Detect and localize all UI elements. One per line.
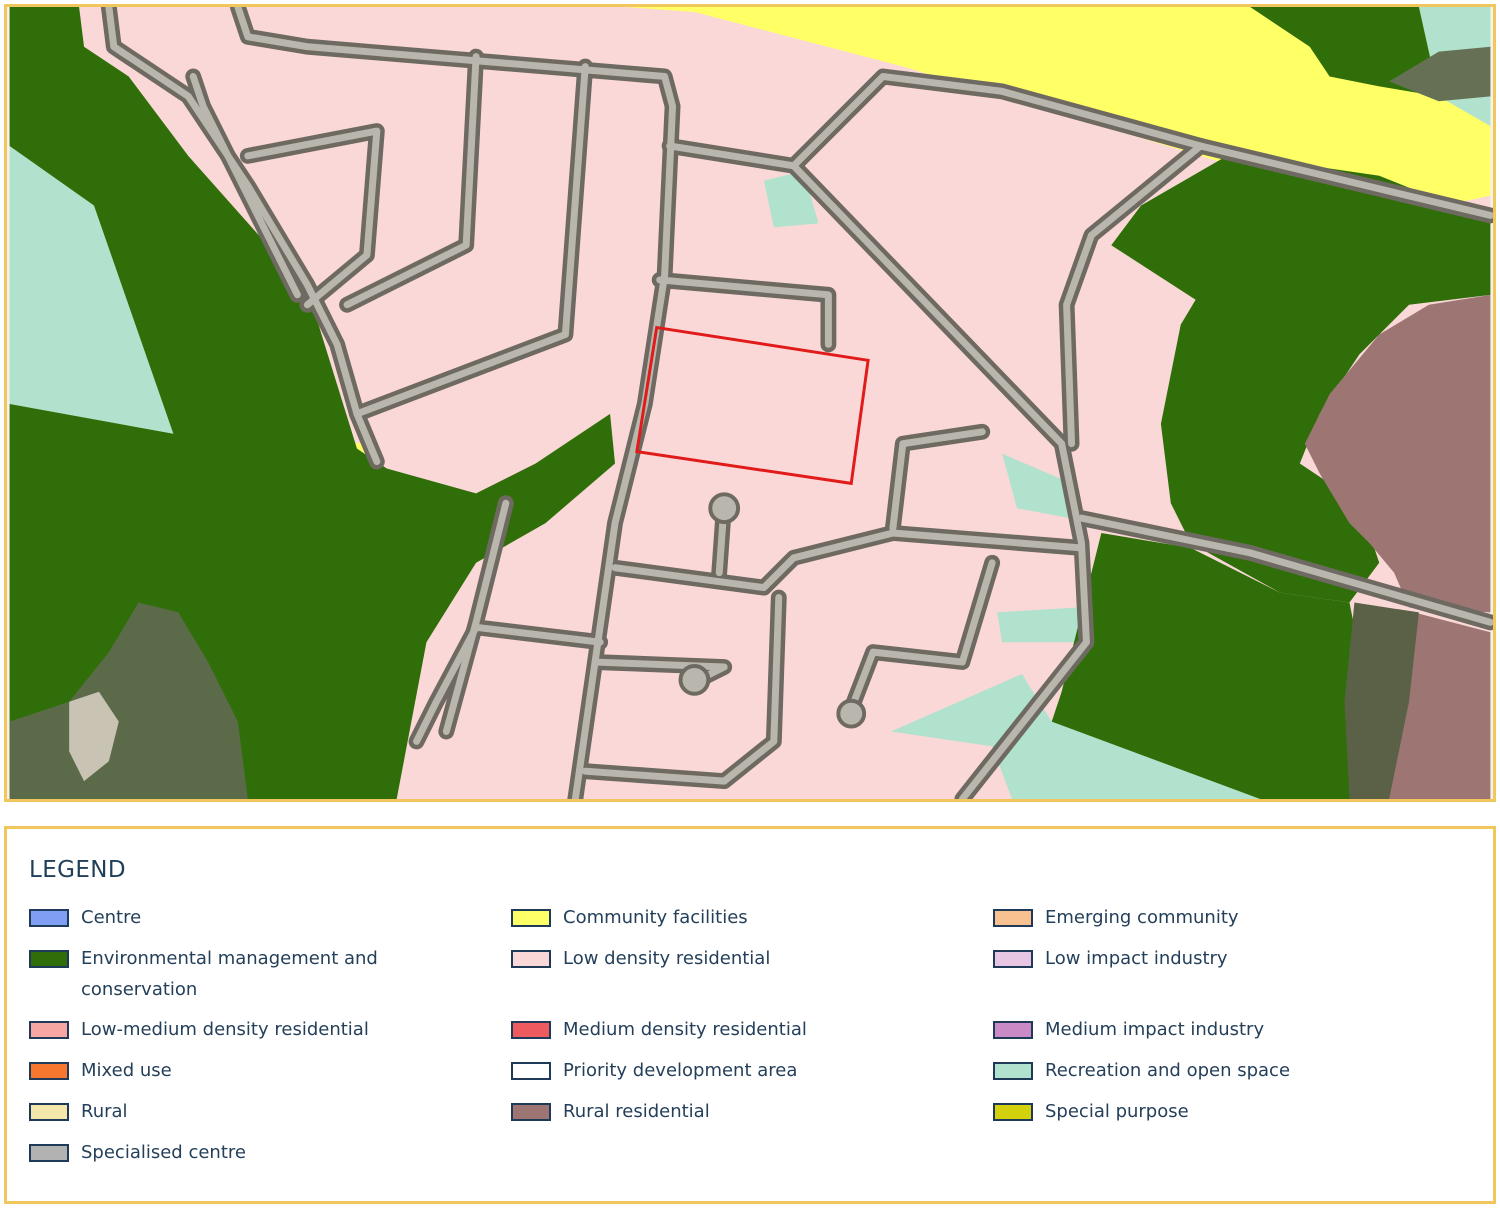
cul-de-sac <box>678 664 711 696</box>
map-canvas <box>9 7 1493 799</box>
legend-swatch <box>29 1144 69 1162</box>
legend-item: Environmental management and conservatio… <box>29 948 401 1005</box>
legend-swatch <box>993 1103 1033 1121</box>
legend-item: Medium impact industry <box>993 1019 1365 1045</box>
legend-swatch <box>993 1021 1033 1039</box>
legend-label: Emerging community <box>1045 907 1239 928</box>
legend-swatch <box>511 1103 551 1121</box>
legend-swatch <box>29 1021 69 1039</box>
legend-label: Rural <box>81 1101 128 1122</box>
legend-label: Rural residential <box>563 1101 710 1122</box>
legend-item: Rural <box>29 1101 401 1127</box>
legend-item: Special purpose <box>993 1101 1365 1127</box>
legend-label: Mixed use <box>81 1060 172 1081</box>
legend-swatch <box>993 1062 1033 1080</box>
legend-item: Community facilities <box>511 907 883 933</box>
legend-label: Low-medium density residential <box>81 1019 369 1040</box>
legend-label: Community facilities <box>563 907 748 928</box>
legend-swatch <box>29 950 69 968</box>
legend-panel: LEGEND Centre Community facilities Emergin… <box>4 826 1496 1204</box>
legend-swatch <box>993 950 1033 968</box>
legend-item: Recreation and open space <box>993 1060 1365 1086</box>
legend-item: Rural residential <box>511 1101 883 1127</box>
legend-swatch <box>511 909 551 927</box>
legend-swatch <box>29 1103 69 1121</box>
legend-item: Priority development area <box>511 1060 883 1086</box>
legend-label: Low density residential <box>563 948 771 969</box>
zoning-map <box>4 4 1496 802</box>
legend-label: Environmental management and conservatio… <box>81 948 378 1000</box>
legend-label: Medium density residential <box>563 1019 807 1040</box>
legend-label: Centre <box>81 907 142 928</box>
legend-item: Low-medium density residential <box>29 1019 401 1045</box>
legend-swatch <box>511 950 551 968</box>
cul-de-sac <box>836 698 867 729</box>
legend-label: Specialised centre <box>81 1142 246 1163</box>
legend-title: LEGEND <box>29 857 127 883</box>
recreation-zone <box>997 607 1082 643</box>
legend-item: Low density residential <box>511 948 883 974</box>
legend-swatch <box>29 909 69 927</box>
legend-item: Medium density residential <box>511 1019 883 1045</box>
legend-swatch <box>29 1062 69 1080</box>
legend-label: Low impact industry <box>1045 948 1228 969</box>
legend-label: Priority development area <box>563 1060 798 1081</box>
legend-label: Special purpose <box>1045 1101 1189 1122</box>
legend-item: Specialised centre <box>29 1142 401 1168</box>
legend-swatch <box>993 909 1033 927</box>
legend-item: Centre <box>29 907 401 933</box>
legend-label: Medium impact industry <box>1045 1019 1265 1040</box>
legend-item: Low impact industry <box>993 948 1365 974</box>
legend-swatch <box>511 1021 551 1039</box>
cul-de-sac <box>708 492 741 525</box>
legend-swatch <box>511 1062 551 1080</box>
legend-item: Mixed use <box>29 1060 401 1086</box>
legend-item: Emerging community <box>993 907 1365 933</box>
legend-label: Recreation and open space <box>1045 1060 1291 1081</box>
